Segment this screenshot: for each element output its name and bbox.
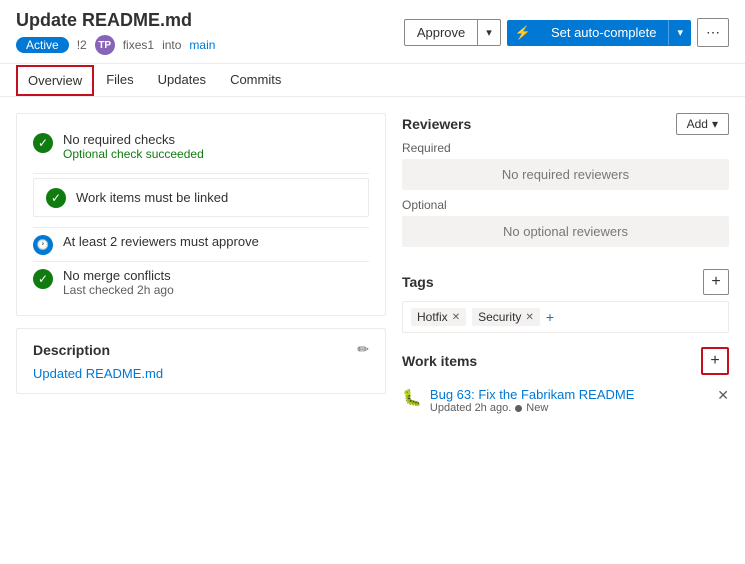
tag-hotfix-close-icon[interactable]: ✕ [452, 312, 460, 323]
check-text-merge: No merge conflicts Last checked 2h ago [63, 268, 174, 297]
add-reviewer-button[interactable]: Add ▾ [676, 113, 729, 135]
check-work-items-box: ✓ Work items must be linked [33, 178, 369, 217]
add-reviewer-caret-icon: ▾ [712, 117, 718, 131]
check-text-reviewers: At least 2 reviewers must approve [63, 234, 259, 249]
header-left: Update README.md Active !2 TP fixes1 int… [16, 10, 215, 55]
branch-from: fixes1 [123, 38, 154, 52]
required-empty: No required reviewers [402, 159, 729, 190]
work-item-info: Bug 63: Fix the Fabrikam README Updated … [430, 387, 634, 414]
add-tag-inline-button[interactable]: + [546, 309, 554, 325]
checks-card: ✓ No required checks Optional check succ… [16, 113, 386, 316]
work-item-status-dot [515, 405, 522, 412]
work-items-title: Work items [402, 353, 477, 369]
check-merge: ✓ No merge conflicts Last checked 2h ago [33, 261, 369, 303]
commit-count: !2 [77, 38, 87, 52]
right-panel: Reviewers Add ▾ Required No required rev… [402, 113, 729, 535]
left-panel: ✓ No required checks Optional check succ… [16, 113, 386, 535]
reviewers-title: Reviewers [402, 116, 471, 132]
check-sub-4: Last checked 2h ago [63, 283, 174, 297]
work-item-bug-icon: 🐛 [402, 388, 422, 408]
work-item-title[interactable]: Bug 63: Fix the Fabrikam README [430, 387, 634, 402]
reviewers-header: Reviewers Add ▾ [402, 113, 729, 135]
check-reviewers: 🕐 At least 2 reviewers must approve [33, 227, 369, 261]
header-right: Approve ▾ ⚡ Set auto-complete ▾ ⋯ [404, 18, 729, 47]
check-work-items: ✓ Work items must be linked [33, 173, 369, 221]
check-title-1: No required checks [63, 132, 204, 147]
tags-row: Hotfix ✕ Security ✕ + [402, 301, 729, 333]
work-item-meta: Updated 2h ago. New [430, 402, 634, 414]
work-item-close-icon[interactable]: ✕ [717, 387, 729, 404]
optional-empty: No optional reviewers [402, 216, 729, 247]
work-item-row: 🐛 Bug 63: Fix the Fabrikam README Update… [402, 381, 729, 420]
add-reviewer-label: Add [687, 117, 708, 131]
tag-hotfix: Hotfix ✕ [411, 308, 466, 326]
check-green-icon-2: ✓ [46, 188, 66, 208]
approve-label: Approve [405, 20, 478, 45]
status-badge: Active [16, 37, 69, 53]
tab-overview[interactable]: Overview [16, 65, 94, 96]
branch-into: into [162, 38, 181, 52]
check-text-no-required: No required checks Optional check succee… [63, 132, 204, 161]
work-items-section: Work items + 🐛 Bug 63: Fix the Fabrikam … [402, 347, 729, 420]
check-title-4: No merge conflicts [63, 268, 174, 283]
tags-header: Tags + [402, 269, 729, 295]
work-item-left: 🐛 Bug 63: Fix the Fabrikam README Update… [402, 387, 634, 414]
description-card: Description ✏ Updated README.md [16, 328, 386, 394]
tag-security-close-icon[interactable]: ✕ [525, 312, 533, 323]
tags-title: Tags [402, 274, 434, 290]
check-title-3: At least 2 reviewers must approve [63, 234, 259, 249]
add-tag-button[interactable]: + [703, 269, 729, 295]
more-button[interactable]: ⋯ [697, 18, 729, 47]
autocomplete-button[interactable]: ⚡ Set auto-complete ▾ [507, 20, 691, 46]
description-content: Updated README.md [33, 366, 369, 381]
autocomplete-caret-icon[interactable]: ▾ [669, 21, 691, 44]
required-reviewers: Required No required reviewers [402, 141, 729, 190]
optional-label: Optional [402, 198, 729, 212]
description-title: Description [33, 342, 110, 358]
approve-caret-icon[interactable]: ▾ [478, 21, 500, 44]
check-no-required: ✓ No required checks Optional check succ… [33, 126, 369, 167]
tags-section: Tags + Hotfix ✕ Security ✕ + [402, 269, 729, 333]
main-content: ✓ No required checks Optional check succ… [0, 97, 745, 551]
work-items-header: Work items + [402, 347, 729, 375]
work-item-updated: Updated 2h ago. [430, 402, 511, 414]
description-header: Description ✏ [33, 341, 369, 358]
branch-target[interactable]: main [189, 38, 215, 52]
tag-security-label: Security [478, 310, 521, 324]
approve-button[interactable]: Approve ▾ [404, 19, 501, 46]
avatar: TP [95, 35, 115, 55]
check-title-2: Work items must be linked [76, 190, 228, 205]
tab-updates[interactable]: Updates [146, 64, 218, 97]
check-green-icon-3: ✓ [33, 269, 53, 289]
optional-reviewers: Optional No optional reviewers [402, 198, 729, 247]
check-green-icon: ✓ [33, 133, 53, 153]
add-work-item-button[interactable]: + [701, 347, 729, 375]
autocomplete-icon: ⚡ [507, 20, 539, 46]
reviewers-section: Reviewers Add ▾ Required No required rev… [402, 113, 729, 255]
tab-bar: Overview Files Updates Commits [0, 64, 745, 97]
page-title: Update README.md [16, 10, 215, 31]
tab-commits[interactable]: Commits [218, 64, 293, 97]
tab-files[interactable]: Files [94, 64, 145, 97]
work-item-status: New [526, 402, 548, 414]
check-blue-icon: 🕐 [33, 235, 53, 255]
header: Update README.md Active !2 TP fixes1 int… [0, 0, 745, 64]
autocomplete-label: Set auto-complete [539, 20, 670, 45]
check-sub-1: Optional check succeeded [63, 147, 204, 161]
tag-security: Security ✕ [472, 308, 540, 326]
required-label: Required [402, 141, 729, 155]
edit-icon[interactable]: ✏ [357, 341, 369, 358]
header-meta: Active !2 TP fixes1 into main [16, 35, 215, 55]
tag-hotfix-label: Hotfix [417, 310, 448, 324]
